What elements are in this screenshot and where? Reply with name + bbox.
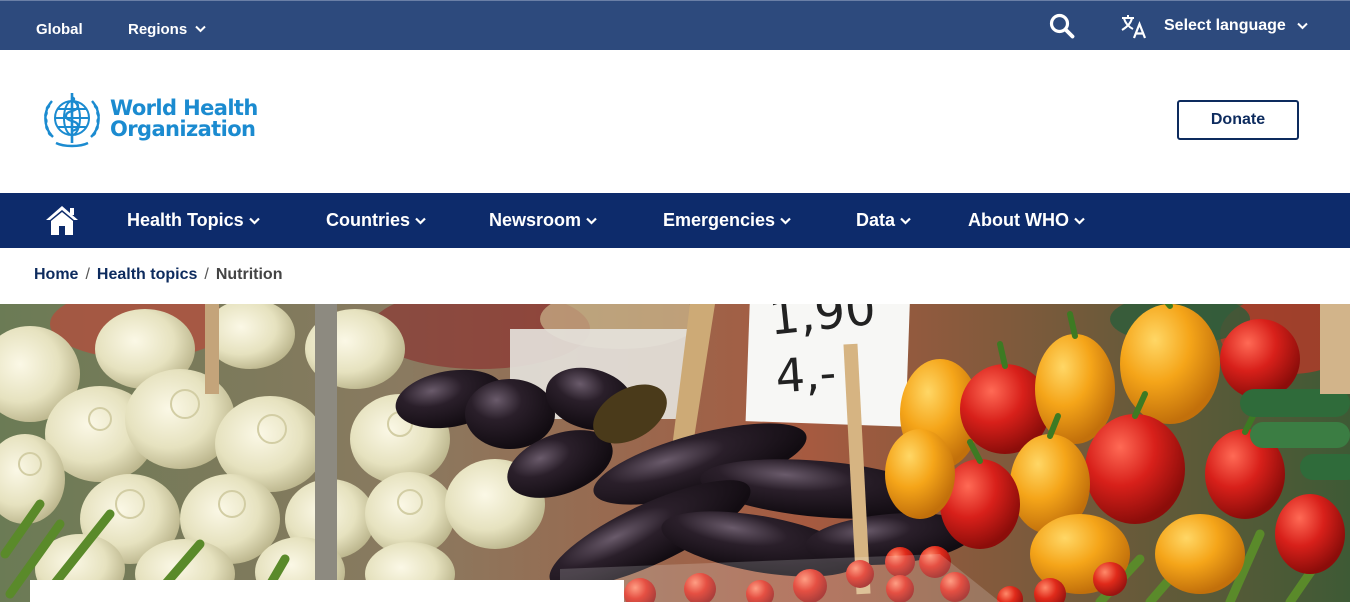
site-header: World Health Organization Donate bbox=[0, 50, 1350, 193]
logo-text-line1: World Health bbox=[110, 96, 258, 120]
chevron-down-icon bbox=[586, 217, 597, 225]
chevron-down-icon bbox=[248, 217, 260, 225]
breadcrumb-home[interactable]: Home bbox=[34, 266, 78, 284]
donate-button[interactable]: Donate bbox=[1177, 100, 1299, 140]
breadcrumb: Home / Health topics / Nutrition bbox=[34, 266, 282, 284]
language-selector[interactable]: Select language bbox=[1120, 1, 1308, 51]
breadcrumb-separator: / bbox=[204, 266, 209, 283]
nav-data[interactable]: Data bbox=[856, 193, 911, 248]
logo-text-line2: Organization bbox=[110, 117, 256, 141]
chevron-down-icon bbox=[780, 217, 791, 225]
chevron-down-icon bbox=[900, 217, 911, 225]
nav-newsroom[interactable]: Newsroom bbox=[489, 193, 597, 248]
home-icon[interactable] bbox=[44, 204, 80, 236]
main-navigation: Health Topics Countries Newsroom Emergen… bbox=[0, 193, 1350, 248]
utility-bar: Global Regions Select language bbox=[0, 0, 1350, 50]
nav-countries[interactable]: Countries bbox=[326, 193, 426, 248]
nav-label: Data bbox=[856, 210, 896, 230]
breadcrumb-current: Nutrition bbox=[215, 266, 283, 283]
who-emblem-icon bbox=[44, 93, 100, 148]
regions-dropdown[interactable]: Regions bbox=[128, 4, 206, 54]
search-icon bbox=[1049, 13, 1075, 39]
breadcrumb-health-topics[interactable]: Health topics bbox=[97, 266, 197, 284]
nav-label: Countries bbox=[326, 210, 411, 230]
language-label: Select language bbox=[1164, 17, 1286, 34]
nav-label: About WHO bbox=[968, 210, 1069, 230]
chevron-down-icon bbox=[1074, 217, 1085, 225]
translate-icon bbox=[1121, 15, 1147, 39]
chevron-down-icon bbox=[195, 25, 206, 33]
chevron-down-icon bbox=[1297, 22, 1308, 30]
global-link[interactable]: Global bbox=[36, 4, 83, 54]
hero-content-card bbox=[30, 580, 624, 602]
nav-about-who[interactable]: About WHO bbox=[968, 193, 1085, 248]
nav-label: Newsroom bbox=[489, 210, 582, 230]
who-logo[interactable]: World Health Organization bbox=[38, 89, 258, 149]
vegetable-market-photo: 1,90 4,- bbox=[0, 304, 1350, 602]
nav-health-topics[interactable]: Health Topics bbox=[127, 193, 260, 248]
breadcrumb-separator: / bbox=[85, 266, 90, 283]
nav-emergencies[interactable]: Emergencies bbox=[663, 193, 791, 248]
search-button[interactable] bbox=[1048, 1, 1076, 51]
hero-image: 1,90 4,- bbox=[0, 304, 1350, 602]
nav-label: Health Topics bbox=[127, 210, 244, 230]
nav-label: Emergencies bbox=[663, 210, 776, 230]
regions-label: Regions bbox=[128, 20, 188, 38]
chevron-down-icon bbox=[415, 217, 426, 225]
svg-text:4,-: 4,- bbox=[774, 345, 838, 403]
